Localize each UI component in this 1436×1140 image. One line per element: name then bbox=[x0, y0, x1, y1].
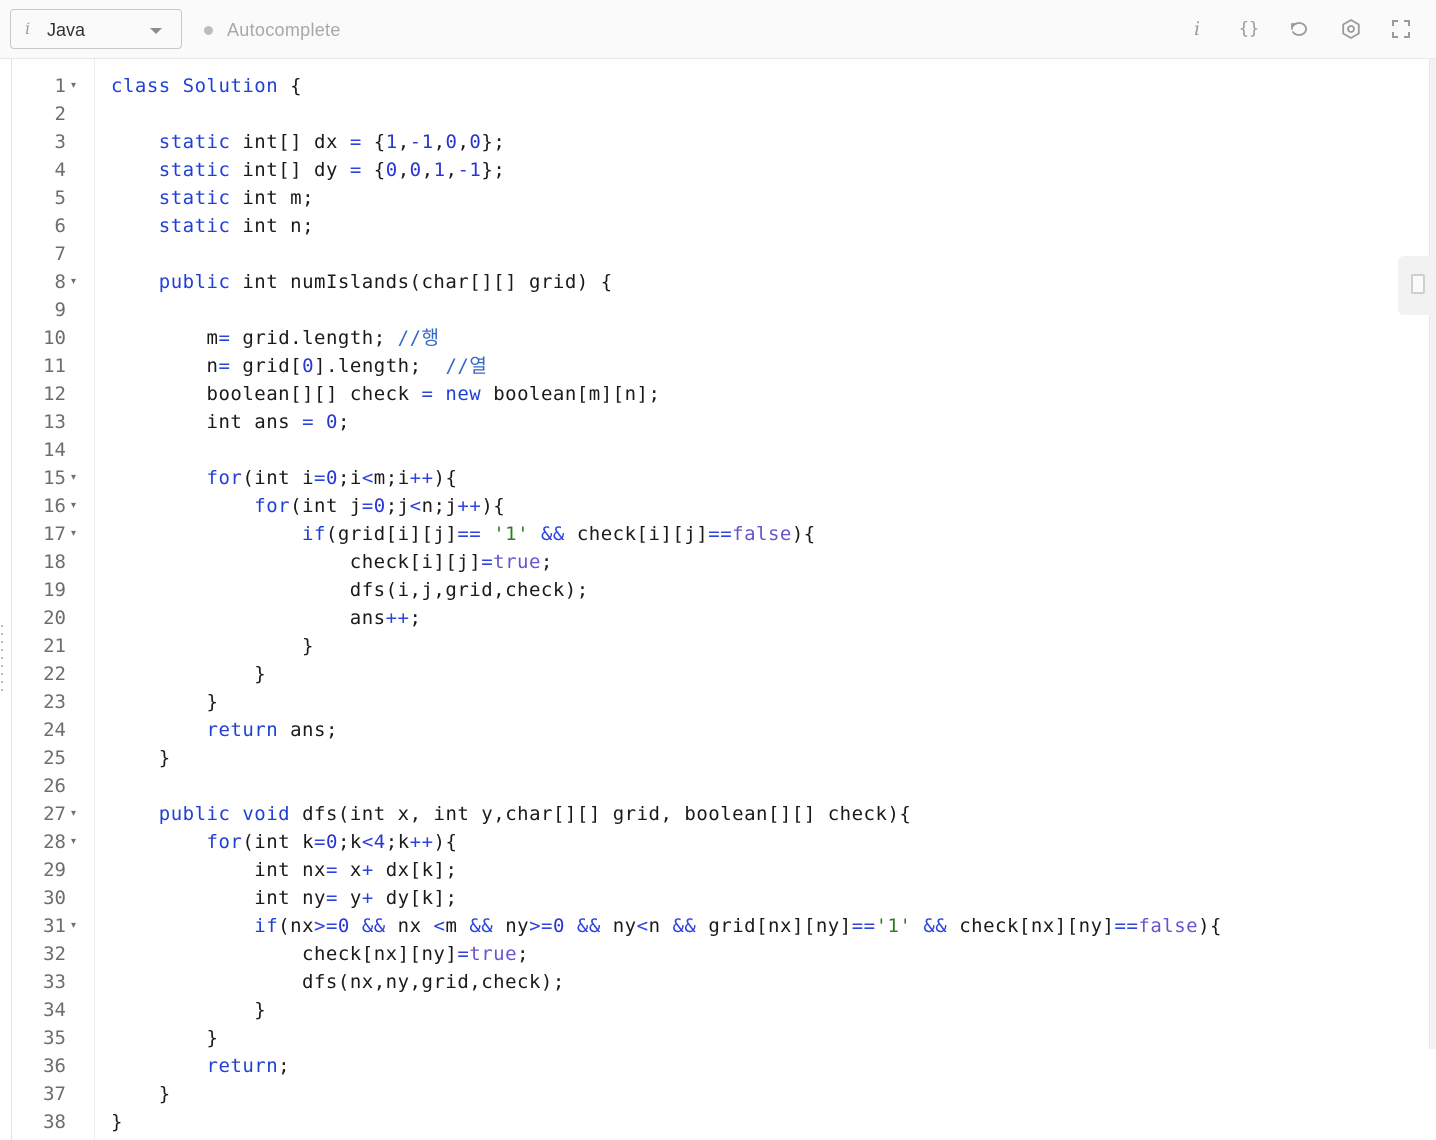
code-line[interactable]: } bbox=[111, 632, 314, 660]
code-line[interactable]: static int[] dx = {1,-1,0,0}; bbox=[111, 128, 505, 156]
code-line[interactable]: static int m; bbox=[111, 184, 314, 212]
line-number: 29 bbox=[43, 859, 66, 881]
code-line[interactable]: if(grid[i][j]== '1' && check[i][j]==fals… bbox=[111, 520, 816, 548]
language-label: Java bbox=[47, 20, 86, 40]
code-line[interactable]: public void dfs(int x, int y,char[][] gr… bbox=[111, 800, 911, 828]
line-number: 14 bbox=[43, 439, 66, 461]
line-number: 8 bbox=[54, 271, 66, 293]
line-number: 36 bbox=[43, 1055, 66, 1077]
code-line[interactable]: static int[] dy = {0,0,1,-1}; bbox=[111, 156, 505, 184]
code-line[interactable]: ans++; bbox=[111, 604, 421, 632]
line-number: 18 bbox=[43, 551, 66, 573]
line-number: 13 bbox=[43, 411, 66, 433]
autocomplete-status-dot bbox=[204, 26, 213, 35]
code-line[interactable]: class Solution { bbox=[111, 72, 302, 100]
line-number: 31 bbox=[43, 915, 66, 937]
line-number: 9 bbox=[54, 299, 66, 321]
line-number: 12 bbox=[43, 383, 66, 405]
fold-toggle-icon[interactable]: ▾ bbox=[71, 912, 83, 940]
line-number: 21 bbox=[43, 635, 66, 657]
line-number: 3 bbox=[54, 131, 66, 153]
line-number: 7 bbox=[54, 243, 66, 265]
line-number: 11 bbox=[43, 355, 66, 377]
code-line[interactable]: } bbox=[111, 688, 218, 716]
line-number: 24 bbox=[43, 719, 66, 741]
line-number: 20 bbox=[43, 607, 66, 629]
code-editor[interactable]: 1 ▾ 2 3 4 5 6 7 8 ▾ 9 10 11 12 13 14 15 ▾ 16 ▾ 17 ▾ 18 19 20 21 22… bbox=[11, 59, 1436, 1140]
fold-toggle-icon[interactable]: ▾ bbox=[71, 520, 83, 548]
code-line[interactable]: } bbox=[111, 1080, 171, 1108]
code-line[interactable]: if(nx>=0 && nx <m && ny>=0 && ny<n && gr… bbox=[111, 912, 1222, 940]
code-line[interactable]: return; bbox=[111, 1052, 290, 1080]
line-number-gutter: 1 ▾ 2 3 4 5 6 7 8 ▾ 9 10 11 12 13 14 15 ▾ 16 ▾ 17 ▾ 18 19 20 21 22… bbox=[12, 59, 95, 1140]
fold-toggle-icon[interactable]: ▾ bbox=[71, 828, 83, 856]
line-number: 38 bbox=[43, 1111, 66, 1133]
line-number: 2 bbox=[54, 103, 66, 125]
code-line[interactable]: n= grid[0].length; //열 bbox=[111, 352, 487, 380]
reset-icon[interactable] bbox=[1285, 15, 1313, 43]
code-line[interactable]: return ans; bbox=[111, 716, 338, 744]
line-number: 23 bbox=[43, 691, 66, 713]
code-line[interactable]: dfs(nx,ny,grid,check); bbox=[111, 968, 565, 996]
code-line[interactable]: } bbox=[111, 1108, 123, 1136]
vertical-scrollbar[interactable] bbox=[1429, 59, 1436, 1049]
fold-toggle-icon[interactable]: ▾ bbox=[71, 268, 83, 296]
code-line[interactable]: } bbox=[111, 996, 266, 1024]
autocomplete-label: Autocomplete bbox=[227, 20, 341, 40]
line-number: 25 bbox=[43, 747, 66, 769]
document-icon bbox=[1411, 274, 1425, 294]
fullscreen-icon[interactable] bbox=[1387, 15, 1415, 43]
code-line[interactable]: int nx= x+ dx[k]; bbox=[111, 856, 457, 884]
line-number: 5 bbox=[54, 187, 66, 209]
language-info-icon: i bbox=[25, 19, 31, 38]
line-number: 1 bbox=[54, 75, 66, 97]
line-number: 6 bbox=[54, 215, 66, 237]
line-number: 19 bbox=[43, 579, 66, 601]
line-number: 22 bbox=[43, 663, 66, 685]
code-line[interactable]: public int numIslands(char[][] grid) { bbox=[111, 268, 613, 296]
code-line[interactable]: int ans = 0; bbox=[111, 408, 350, 436]
info-icon[interactable]: i bbox=[1183, 15, 1211, 43]
code-line[interactable]: check[i][j]=true; bbox=[111, 548, 553, 576]
settings-icon[interactable] bbox=[1337, 15, 1365, 43]
code-line[interactable]: int ny= y+ dy[k]; bbox=[111, 884, 457, 912]
code-line[interactable]: m= grid.length; //행 bbox=[111, 324, 440, 352]
line-number: 35 bbox=[43, 1027, 66, 1049]
code-line[interactable]: } bbox=[111, 1024, 218, 1052]
code-line[interactable]: } bbox=[111, 660, 266, 688]
line-number: 33 bbox=[43, 971, 66, 993]
language-select[interactable]: i Java bbox=[10, 9, 182, 49]
line-number: 32 bbox=[43, 943, 66, 965]
fold-toggle-icon[interactable]: ▾ bbox=[71, 464, 83, 492]
fold-toggle-icon[interactable]: ▾ bbox=[71, 800, 83, 828]
code-line[interactable]: dfs(i,j,grid,check); bbox=[111, 576, 589, 604]
line-number: 4 bbox=[54, 159, 66, 181]
side-panel-tab[interactable] bbox=[1398, 256, 1436, 315]
line-number: 30 bbox=[43, 887, 66, 909]
line-number: 15 bbox=[43, 467, 66, 489]
panel-resize-handle[interactable] bbox=[0, 622, 4, 692]
line-number: 10 bbox=[43, 327, 66, 349]
line-number: 28 bbox=[43, 831, 66, 853]
code-line[interactable]: check[nx][ny]=true; bbox=[111, 940, 529, 968]
editor-toolbar: i Java Autocomplete i {} bbox=[0, 0, 1436, 59]
line-number: 26 bbox=[43, 775, 66, 797]
code-line[interactable]: } bbox=[111, 744, 171, 772]
fold-toggle-icon[interactable]: ▾ bbox=[71, 72, 83, 100]
line-number: 27 bbox=[43, 803, 66, 825]
line-number: 34 bbox=[43, 999, 66, 1021]
chevron-down-icon bbox=[150, 28, 162, 34]
line-number: 17 bbox=[43, 523, 66, 545]
code-line[interactable]: boolean[][] check = new boolean[m][n]; bbox=[111, 380, 660, 408]
format-braces-icon[interactable]: {} bbox=[1235, 15, 1263, 43]
code-line[interactable]: for(int k=0;k<4;k++){ bbox=[111, 828, 457, 856]
line-number: 16 bbox=[43, 495, 66, 517]
code-line[interactable]: static int n; bbox=[111, 212, 314, 240]
code-line[interactable]: for(int j=0;j<n;j++){ bbox=[111, 492, 505, 520]
code-line[interactable]: for(int i=0;i<m;i++){ bbox=[111, 464, 457, 492]
fold-toggle-icon[interactable]: ▾ bbox=[71, 492, 83, 520]
line-number: 37 bbox=[43, 1083, 66, 1105]
